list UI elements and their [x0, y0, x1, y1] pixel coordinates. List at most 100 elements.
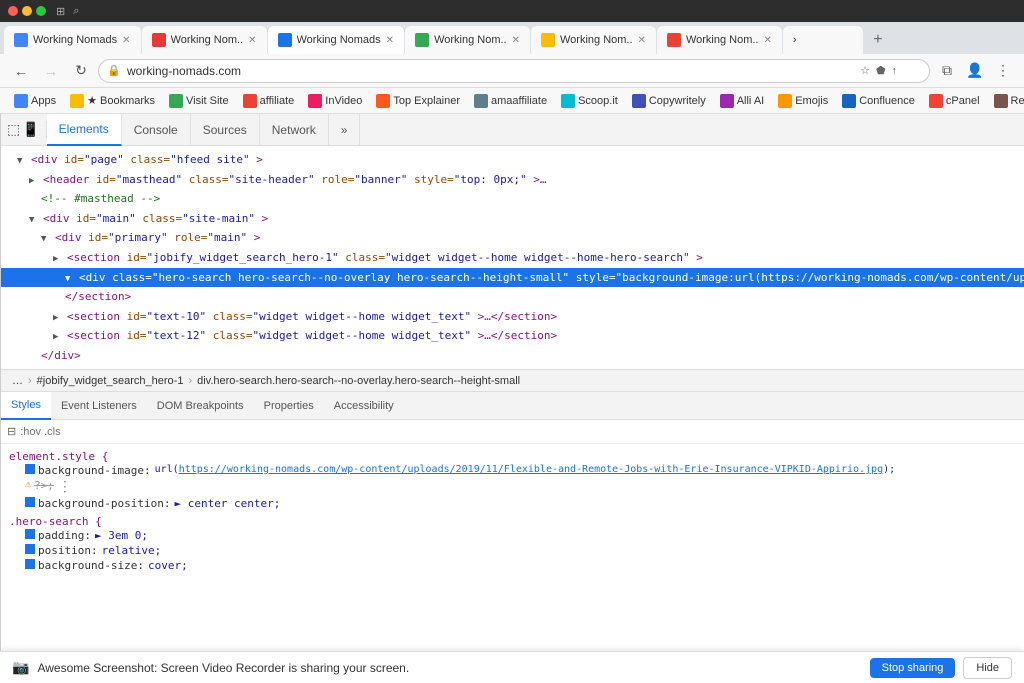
styles-panel: Styles Event Listeners DOM Breakpoints P… — [1, 392, 1024, 651]
tab-1[interactable]: Working Nomads ✕ — [4, 26, 141, 54]
style-prop-checkbox-bg-pos[interactable] — [25, 497, 35, 507]
tab-close-button[interactable]: ✕ — [512, 35, 520, 46]
bookmark-scoopIt[interactable]: Scoop.it — [555, 92, 624, 110]
share-icon[interactable]: ↑ — [890, 63, 900, 79]
tree-line-5[interactable]: ▶ <section id="jobify_widget_search_hero… — [1, 248, 1024, 268]
tree-line-2[interactable]: ▶ <header id="masthead" class="site-head… — [1, 170, 1024, 190]
breadcrumb-item-3[interactable]: div.hero-search.hero-search--no-overlay.… — [194, 374, 523, 388]
elements-tree: ▼ <div id="page" class="hfeed site" > ▶ … — [1, 146, 1024, 369]
styles-tab-styles[interactable]: Styles — [1, 392, 51, 420]
styles-filter-input[interactable] — [20, 426, 1024, 438]
tree-attr-name: id= — [96, 173, 116, 186]
maximize-window-button[interactable] — [36, 6, 46, 16]
devtools-tab-sources[interactable]: Sources — [191, 114, 260, 146]
stop-sharing-button[interactable]: Stop sharing — [870, 658, 956, 678]
bookmark-favicon — [376, 94, 390, 108]
devtools-tab-console[interactable]: Console — [122, 114, 191, 146]
tab-close-button[interactable]: ✕ — [763, 35, 771, 46]
tree-attr-name: id= — [127, 329, 147, 342]
back-button[interactable]: ← — [8, 58, 34, 84]
bookmark-affiliate[interactable]: affiliate — [237, 92, 301, 110]
forward-button[interactable]: → — [38, 58, 64, 84]
style-prop-checkbox-padding[interactable] — [25, 529, 35, 539]
sidebar-toggle-icon[interactable]: ⊞ — [56, 5, 65, 18]
style-prop-warning-text: ?>; — [34, 479, 54, 492]
tree-line-3[interactable]: ▼ <div id="main" class="site-main" > — [1, 209, 1024, 229]
bookmark-amaaffiliate[interactable]: amaaffiliate — [468, 92, 553, 110]
tree-attr-value: "main" — [96, 212, 136, 225]
address-bar[interactable]: 🔒 working-nomads.com ☆ ⬟ ↑ — [98, 59, 930, 83]
style-prop-checkbox[interactable] — [25, 464, 35, 474]
tab-close-button[interactable]: ✕ — [122, 35, 130, 46]
bg-image-url-link[interactable]: https://working-nomads.com/wp-content/up… — [179, 464, 883, 475]
bookmark-alli-ai[interactable]: Alli AI — [714, 92, 771, 110]
more-options-button[interactable]: ⋮ — [58, 479, 72, 495]
bookmark-bookmarks[interactable]: ★ Bookmarks — [64, 92, 161, 110]
styles-tab-dom-breakpoints[interactable]: DOM Breakpoints — [147, 392, 254, 420]
tree-attr-name: class= — [130, 153, 170, 166]
tree-line-1[interactable]: ▼ <div id="page" class="hfeed site" > — [1, 150, 1024, 170]
tab-4[interactable]: Working Nom.. ✕ — [405, 26, 530, 54]
tree-line-4[interactable]: ▼ <div id="primary" role="main" > — [1, 228, 1024, 248]
new-tab-button[interactable]: + — [864, 26, 892, 54]
tab-2[interactable]: Working Nom.. ✕ — [142, 26, 267, 54]
close-window-button[interactable] — [8, 6, 18, 16]
tree-attr-name: id= — [127, 310, 147, 323]
tree-line-selected[interactable]: ▼ <div class="hero-search hero-search--n… — [1, 268, 1024, 288]
tree-attr-name: id= — [88, 231, 108, 244]
styles-tab-event-listeners[interactable]: Event Listeners — [51, 392, 147, 420]
devtools-tab-network[interactable]: Network — [260, 114, 329, 146]
style-prop-name-bg-pos: background-position: — [38, 497, 170, 510]
breadcrumb-item-1[interactable]: … — [9, 374, 26, 388]
tab-6[interactable]: Working Nom.. ✕ — [657, 26, 782, 54]
tree-attr-value: "widget widget--home widget_text" — [253, 310, 472, 323]
tree-line-8[interactable]: ▶ <section id="text-12" class="widget wi… — [1, 326, 1024, 346]
bookmark-apps[interactable]: Apps — [8, 92, 62, 110]
tree-tag: <section — [67, 251, 120, 264]
styles-tab-properties[interactable]: Properties — [254, 392, 324, 420]
breadcrumb-item-2[interactable]: #jobify_widget_search_hero-1 — [34, 374, 187, 388]
tab-close-button[interactable]: ✕ — [386, 35, 394, 46]
style-prop-bg-image: background-image: url(https://working-no… — [9, 463, 1024, 478]
bookmark-emojis[interactable]: Emojis — [772, 92, 834, 110]
style-prop-checkbox-bg-size[interactable] — [25, 559, 35, 569]
tree-line-7[interactable]: ▶ <section id="text-10" class="widget wi… — [1, 307, 1024, 327]
tree-attr-name: class= — [213, 310, 253, 323]
tree-tag: <div — [55, 231, 82, 244]
bookmark-relaythat[interactable]: RelayThat — [988, 92, 1024, 110]
tab-label: Working Nom.. — [171, 34, 244, 46]
star-icon[interactable]: ☆ — [858, 62, 872, 79]
minimize-window-button[interactable] — [22, 6, 32, 16]
bookmark-top-explainer[interactable]: Top Explainer — [370, 92, 466, 110]
tree-attr-name: class= — [189, 173, 229, 186]
reload-button[interactable]: ↻ — [68, 58, 94, 84]
bookmark-favicon — [169, 94, 183, 108]
tab-close-button[interactable]: ✕ — [248, 35, 256, 46]
extensions-icon[interactable]: ⬟ — [874, 62, 888, 79]
tab-close-button[interactable]: ✕ — [638, 35, 646, 46]
profile-button[interactable]: 👤 — [962, 58, 988, 84]
devtools-tab-elements[interactable]: Elements — [47, 114, 122, 146]
tree-line-9[interactable]: </div> — [1, 346, 1024, 366]
tree-tag: </section> — [65, 290, 131, 303]
tab-5[interactable]: Working Nom.. ✕ — [531, 26, 656, 54]
tab-3-active[interactable]: Working Nomads ✕ — [268, 26, 405, 54]
styles-tab-accessibility[interactable]: Accessibility — [324, 392, 404, 420]
tab-more[interactable]: › — [783, 26, 863, 54]
devtools-tab-more[interactable]: » — [329, 114, 361, 146]
bookmark-confluence[interactable]: Confluence — [836, 92, 921, 110]
extensions-button[interactable]: ⧉ — [934, 58, 960, 84]
hide-button[interactable]: Hide — [963, 657, 1012, 679]
bookmark-cpanel[interactable]: cPanel — [923, 92, 986, 110]
tab-search-icon[interactable]: ⌕ — [73, 5, 79, 18]
bookmark-copywritely[interactable]: Copywritely — [626, 92, 712, 110]
style-prop-checkbox-position[interactable] — [25, 544, 35, 554]
breadcrumb-separator: › — [188, 375, 192, 387]
bookmark-visit-site[interactable]: Visit Site — [163, 92, 235, 110]
device-toggle-icon[interactable]: 📱 — [22, 121, 39, 138]
menu-button[interactable]: ⋮ — [990, 58, 1016, 84]
inspect-element-icon[interactable]: ⬚ — [7, 121, 20, 138]
bookmark-invideo[interactable]: InVideo — [302, 92, 368, 110]
style-selector-hero-text: .hero-search { — [9, 515, 102, 528]
tree-line-6[interactable]: </section> — [1, 287, 1024, 307]
